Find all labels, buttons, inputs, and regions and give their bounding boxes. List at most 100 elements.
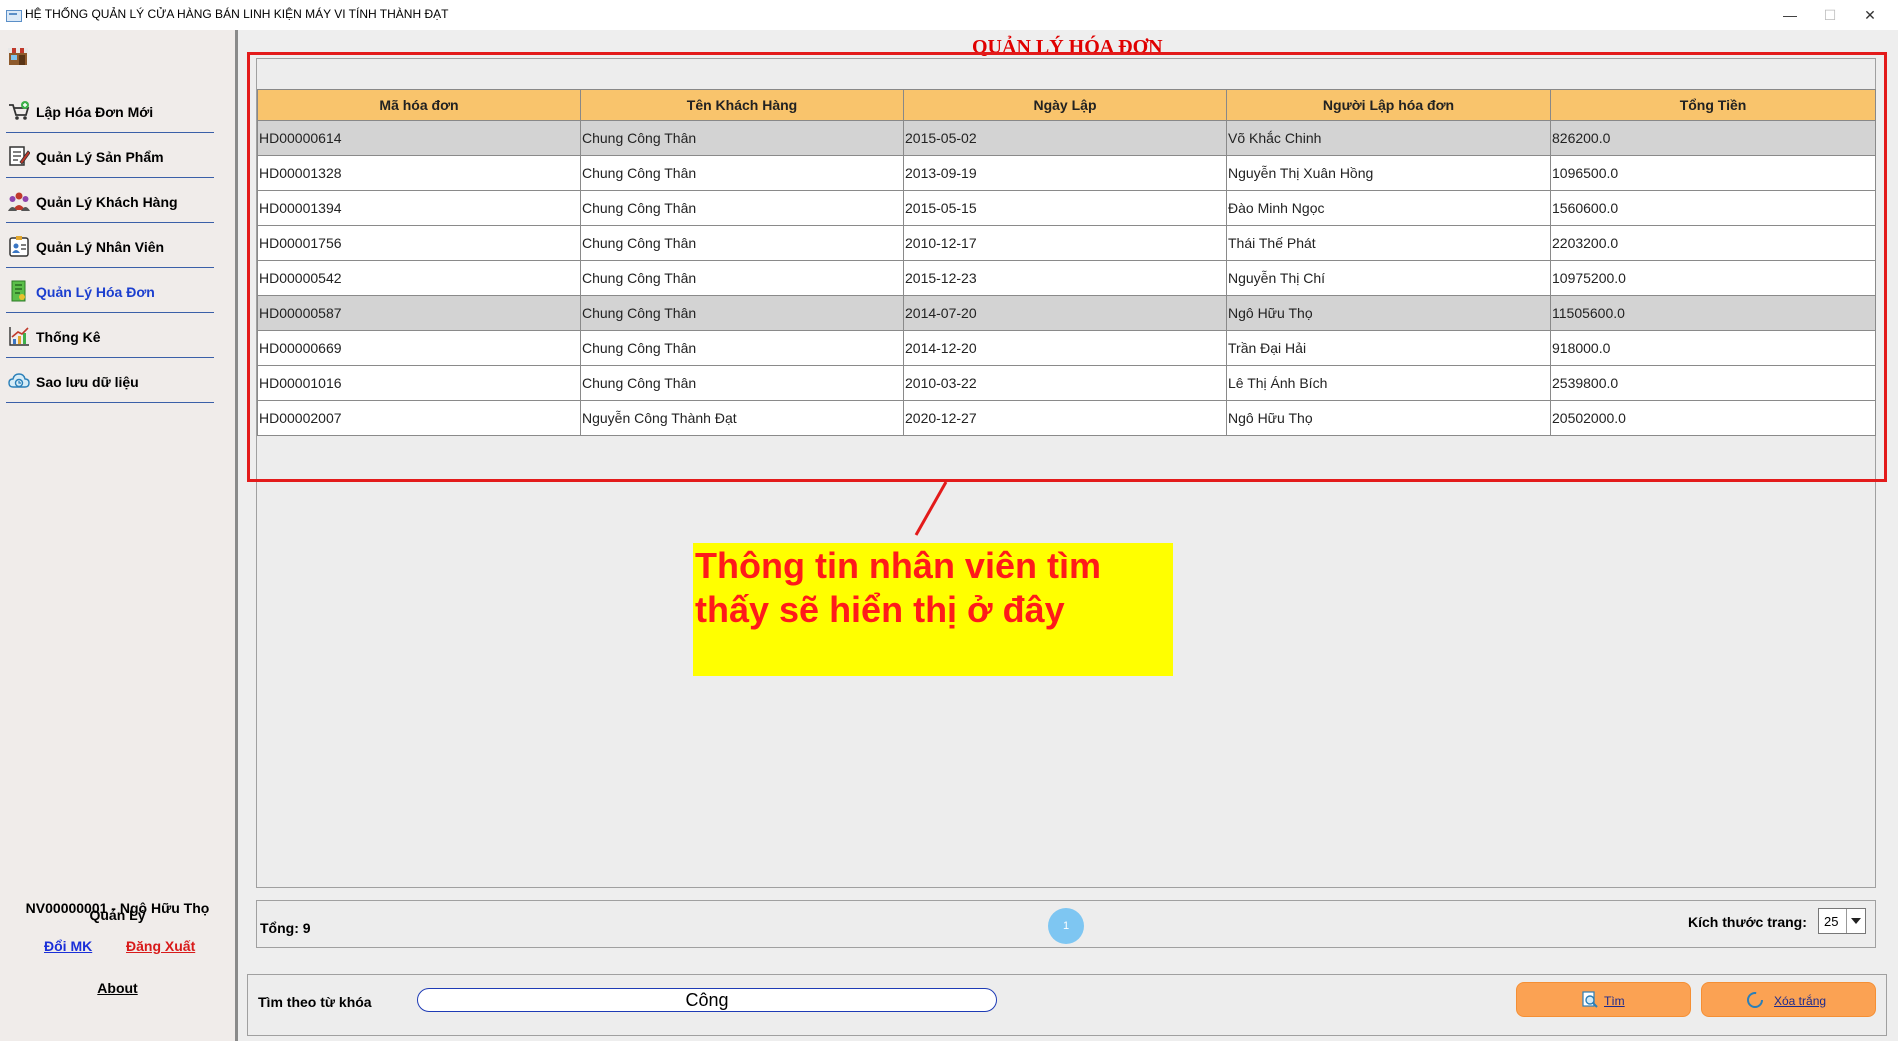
table-row[interactable]: HD00000542 Chung Công Thân 2015-12-23 Nguyễ… bbox=[257, 260, 1876, 296]
cell-customer[interactable]: Chung Công Thân bbox=[580, 190, 904, 226]
invoice-table: Mã hóa đơn Tên Khách Hàng Ngày Lập Người… bbox=[257, 89, 1876, 436]
sidebar-item-customers[interactable]: Quản Lý Khách Hàng bbox=[6, 178, 214, 223]
total-count: Tổng: 9 bbox=[260, 920, 311, 936]
cell-creator[interactable]: Võ Khắc Chinh bbox=[1226, 120, 1551, 156]
cell-total[interactable]: 1560600.0 bbox=[1550, 190, 1876, 226]
close-button[interactable]: ✕ bbox=[1855, 4, 1885, 26]
cell-creator[interactable]: Ngô Hữu Thọ bbox=[1226, 295, 1551, 331]
cell-creator[interactable]: Trần Đại Hải bbox=[1226, 330, 1551, 366]
table-row[interactable]: HD00000614 Chung Công Thân 2015-05-02 Võ Kh… bbox=[257, 120, 1876, 156]
table-row[interactable]: HD00001016 Chung Công Thân 2010-03-22 Lê Th… bbox=[257, 365, 1876, 401]
cell-creator[interactable]: Thái Thế Phát bbox=[1226, 225, 1551, 261]
sidebar-item-backup[interactable]: Sao lưu dữ liệu bbox=[6, 358, 214, 403]
search-input[interactable] bbox=[417, 988, 997, 1012]
cell-date[interactable]: 2015-05-02 bbox=[903, 120, 1227, 156]
window-title: HỆ THỐNG QUẢN LÝ CỬA HÀNG BÁN LINH KIỆN … bbox=[25, 7, 449, 21]
cell-total[interactable]: 20502000.0 bbox=[1550, 400, 1876, 436]
cell-total[interactable]: 2539800.0 bbox=[1550, 365, 1876, 401]
table-row[interactable]: HD00000587 Chung Công Thân 2014-07-20 Ngô H… bbox=[257, 295, 1876, 331]
about-link[interactable]: About bbox=[0, 980, 235, 996]
store-icon bbox=[8, 48, 28, 65]
cell-total[interactable]: 826200.0 bbox=[1550, 120, 1876, 156]
cell-total[interactable]: 918000.0 bbox=[1550, 330, 1876, 366]
sidebar-item-products[interactable]: Quản Lý Sản Phẩm bbox=[6, 133, 214, 178]
clear-button-label: Xóa trắng bbox=[1774, 994, 1827, 1008]
annotation-callout: Thông tin nhân viên tìm thấy sẽ hiển thị… bbox=[693, 543, 1173, 676]
cell-invoice-id[interactable]: HD00000614 bbox=[257, 120, 581, 156]
cell-customer[interactable]: Chung Công Thân bbox=[580, 155, 904, 191]
sidebar-item-employees[interactable]: Quản Lý Nhân Viên bbox=[6, 223, 214, 268]
minimize-button[interactable]: — bbox=[1775, 4, 1805, 26]
cell-total[interactable]: 1096500.0 bbox=[1550, 155, 1876, 191]
sidebar-item-invoices[interactable]: Quản Lý Hóa Đơn bbox=[6, 268, 214, 313]
maximize-button[interactable]: ☐ bbox=[1815, 4, 1845, 26]
cell-total[interactable]: 11505600.0 bbox=[1550, 295, 1876, 331]
sidebar-item-new-invoice[interactable]: Lập Hóa Đơn Mới bbox=[6, 88, 214, 133]
cart-add-icon bbox=[9, 101, 30, 120]
page-button-1[interactable]: 1 bbox=[1048, 908, 1084, 944]
cell-date[interactable]: 2010-03-22 bbox=[903, 365, 1227, 401]
cell-total[interactable]: 10975200.0 bbox=[1550, 260, 1876, 296]
page-size-label: Kích thước trang: bbox=[1688, 914, 1807, 930]
sidebar-item-label: Lập Hóa Đơn Mới bbox=[36, 104, 154, 120]
chart-growth-icon bbox=[9, 327, 29, 346]
window-titlebar: HỆ THỐNG QUẢN LÝ CỬA HÀNG BÁN LINH KIỆN … bbox=[0, 0, 1898, 30]
table-row[interactable]: HD00002007 Nguyễn Công Thành Đạt 2020-12-2… bbox=[257, 400, 1876, 436]
cell-date[interactable]: 2010-12-17 bbox=[903, 225, 1227, 261]
cell-invoice-id[interactable]: HD00001756 bbox=[257, 225, 581, 261]
cell-customer[interactable]: Chung Công Thân bbox=[580, 225, 904, 261]
cell-creator[interactable]: Lê Thị Ánh Bích bbox=[1226, 365, 1551, 401]
column-header-creator[interactable]: Người Lập hóa đơn bbox=[1226, 89, 1551, 121]
table-row[interactable]: HD00001756 Chung Công Thân 2010-12-17 Thái … bbox=[257, 225, 1876, 261]
cell-invoice-id[interactable]: HD00002007 bbox=[257, 400, 581, 436]
cell-customer[interactable]: Chung Công Thân bbox=[580, 260, 904, 296]
column-header-customer[interactable]: Tên Khách Hàng bbox=[580, 89, 904, 121]
cell-date[interactable]: 2020-12-27 bbox=[903, 400, 1227, 436]
sidebar-item-statistics[interactable]: Thống Kê bbox=[6, 313, 214, 358]
cell-total[interactable]: 2203200.0 bbox=[1550, 225, 1876, 261]
cell-customer[interactable]: Chung Công Thân bbox=[580, 295, 904, 331]
table-row[interactable]: HD00001328 Chung Công Thân 2013-09-19 Nguyễ… bbox=[257, 155, 1876, 191]
page-title: QUẢN LÝ HÓA ĐƠN bbox=[972, 36, 1163, 58]
cell-customer[interactable]: Nguyễn Công Thành Đạt bbox=[580, 400, 904, 436]
table-row[interactable]: HD00000669 Chung Công Thân 2014-12-20 Trần … bbox=[257, 330, 1876, 366]
cell-creator[interactable]: Nguyễn Thị Xuân Hồng bbox=[1226, 155, 1551, 191]
cell-invoice-id[interactable]: HD00001394 bbox=[257, 190, 581, 226]
table-row[interactable]: HD00001394 Chung Công Thân 2015-05-15 Đào M… bbox=[257, 190, 1876, 226]
nav-menu: Lập Hóa Đơn Mới Quản Lý Sản Phẩm Quản Lý… bbox=[6, 88, 214, 403]
column-header-total[interactable]: Tổng Tiền bbox=[1550, 89, 1876, 121]
chevron-down-icon[interactable] bbox=[1846, 909, 1865, 933]
cell-invoice-id[interactable]: HD00000542 bbox=[257, 260, 581, 296]
cell-creator[interactable]: Đào Minh Ngọc bbox=[1226, 190, 1551, 226]
clear-button[interactable]: Xóa trắng bbox=[1701, 982, 1876, 1017]
search-button[interactable]: Tìm bbox=[1516, 982, 1691, 1017]
column-header-date[interactable]: Ngày Lập bbox=[903, 89, 1227, 121]
page-size-value: 25 bbox=[1824, 914, 1839, 929]
change-password-link[interactable]: Đổi MK bbox=[44, 938, 92, 954]
cell-date[interactable]: 2013-09-19 bbox=[903, 155, 1227, 191]
column-header-invoice-id[interactable]: Mã hóa đơn bbox=[257, 89, 581, 121]
cell-date[interactable]: 2015-05-15 bbox=[903, 190, 1227, 226]
employee-badge-icon bbox=[9, 236, 29, 257]
cell-customer[interactable]: Chung Công Thân bbox=[580, 365, 904, 401]
search-label: Tìm theo từ khóa bbox=[258, 994, 372, 1010]
search-button-label: Tìm bbox=[1604, 994, 1625, 1008]
sidebar-item-label: Quản Lý Nhân Viên bbox=[36, 239, 165, 255]
logout-link[interactable]: Đăng Xuất bbox=[126, 938, 195, 954]
cell-customer[interactable]: Chung Công Thân bbox=[580, 330, 904, 366]
cell-invoice-id[interactable]: HD00001328 bbox=[257, 155, 581, 191]
sidebar-item-label: Quản Lý Khách Hàng bbox=[36, 194, 178, 210]
cell-creator[interactable]: Nguyễn Thị Chí bbox=[1226, 260, 1551, 296]
cell-date[interactable]: 2014-07-20 bbox=[903, 295, 1227, 331]
cell-invoice-id[interactable]: HD00000669 bbox=[257, 330, 581, 366]
sidebar-item-label: Quản Lý Hóa Đơn bbox=[36, 284, 155, 300]
refresh-icon bbox=[1747, 992, 1763, 1008]
cell-date[interactable]: 2015-12-23 bbox=[903, 260, 1227, 296]
cell-date[interactable]: 2014-12-20 bbox=[903, 330, 1227, 366]
user-role: Quản Lý bbox=[89, 907, 146, 923]
cell-customer[interactable]: Chung Công Thân bbox=[580, 120, 904, 156]
cell-creator[interactable]: Ngô Hữu Thọ bbox=[1226, 400, 1551, 436]
cell-invoice-id[interactable]: HD00001016 bbox=[257, 365, 581, 401]
page-size-select[interactable]: 25 bbox=[1818, 908, 1866, 934]
cell-invoice-id[interactable]: HD00000587 bbox=[257, 295, 581, 331]
